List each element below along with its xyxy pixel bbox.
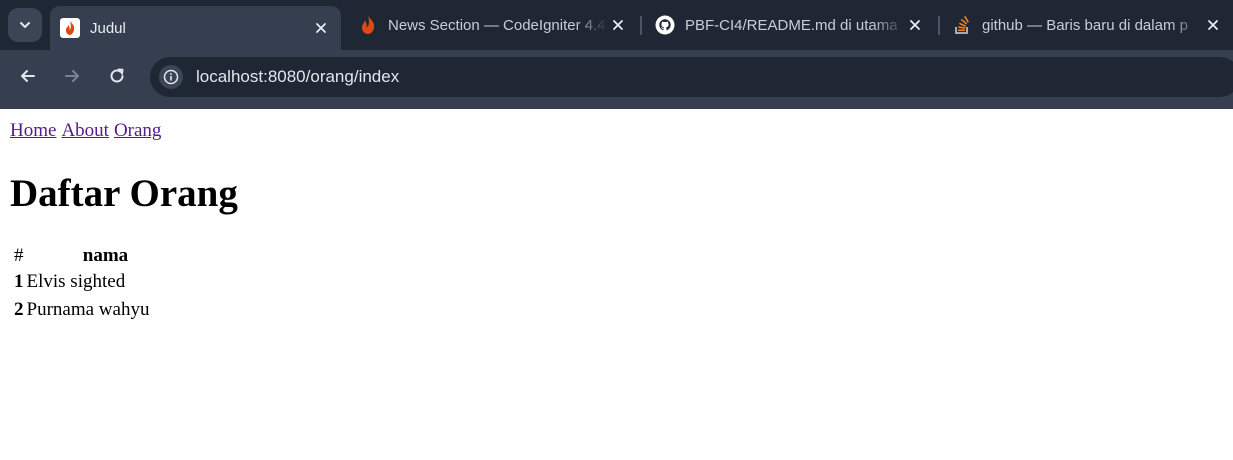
row-number: 2 [14,299,24,320]
tab-search-button[interactable] [8,8,42,42]
tab-judul[interactable]: Judul [50,6,341,50]
codeigniter-flame-icon [358,15,378,35]
tab-stackoverflow[interactable]: github — Baris baru di dalam p [942,0,1233,50]
tab-separator [640,16,642,35]
reload-icon [110,68,124,83]
column-header-nama: nama [82,245,129,266]
browser-toolbar: localhost:8080/orang/index [0,50,1233,101]
arrow-left-icon [21,70,35,82]
column-header-number: # [14,245,24,266]
tab-news-section[interactable]: News Section — CodeIgniter 4.4 [348,0,638,50]
tab-title: Judul [90,19,126,37]
table-header-row: # nama [14,245,149,267]
tab-title: PBF-CI4/README.md di utama [685,16,898,34]
table-row: 1 Elvis sighted [14,269,149,295]
close-tab-icon[interactable] [1203,15,1223,35]
nav-link-about[interactable]: About [61,120,109,141]
tab-title: github — Baris baru di dalam p [982,16,1188,34]
browser-chrome: Judul News Section — CodeIgniter 4.4 PBF… [0,0,1233,109]
address-bar[interactable]: localhost:8080/orang/index [150,57,1233,97]
tab-github-readme[interactable]: PBF-CI4/README.md di utama [645,0,935,50]
page-content: Home About Orang Daftar Orang # nama 1 Elv… [0,109,1233,460]
url-text: localhost:8080/orang/index [196,67,400,86]
tab-separator [938,16,940,35]
close-tab-icon[interactable] [608,15,628,35]
nav-links: Home About Orang [10,120,166,142]
stackoverflow-icon [952,15,972,35]
chevron-down-icon [20,22,30,28]
row-nama: Elvis sighted [26,271,126,292]
codeigniter-flame-icon [60,18,80,38]
nav-link-orang[interactable]: Orang [114,120,161,141]
row-number: 1 [14,271,24,292]
info-icon [163,69,179,85]
people-table: # nama 1 Elvis sighted 2 Purnama wahyu [11,243,152,325]
forward-button[interactable] [56,60,88,92]
table-row: 2 Purnama wahyu [14,297,149,323]
arrow-right-icon [65,70,79,82]
close-tab-icon[interactable] [311,18,331,38]
row-nama: Purnama wahyu [26,299,150,320]
reload-button[interactable] [101,60,133,92]
tab-title: News Section — CodeIgniter 4.4 [388,16,606,34]
site-info-button[interactable] [159,65,183,89]
tab-strip: Judul News Section — CodeIgniter 4.4 PBF… [0,0,1233,50]
nav-link-home[interactable]: Home [10,120,56,141]
close-tab-icon[interactable] [905,15,925,35]
page-title: Daftar Orang [10,172,238,215]
github-icon [655,15,675,35]
back-button[interactable] [12,60,44,92]
toolbar-divider [0,101,1233,109]
